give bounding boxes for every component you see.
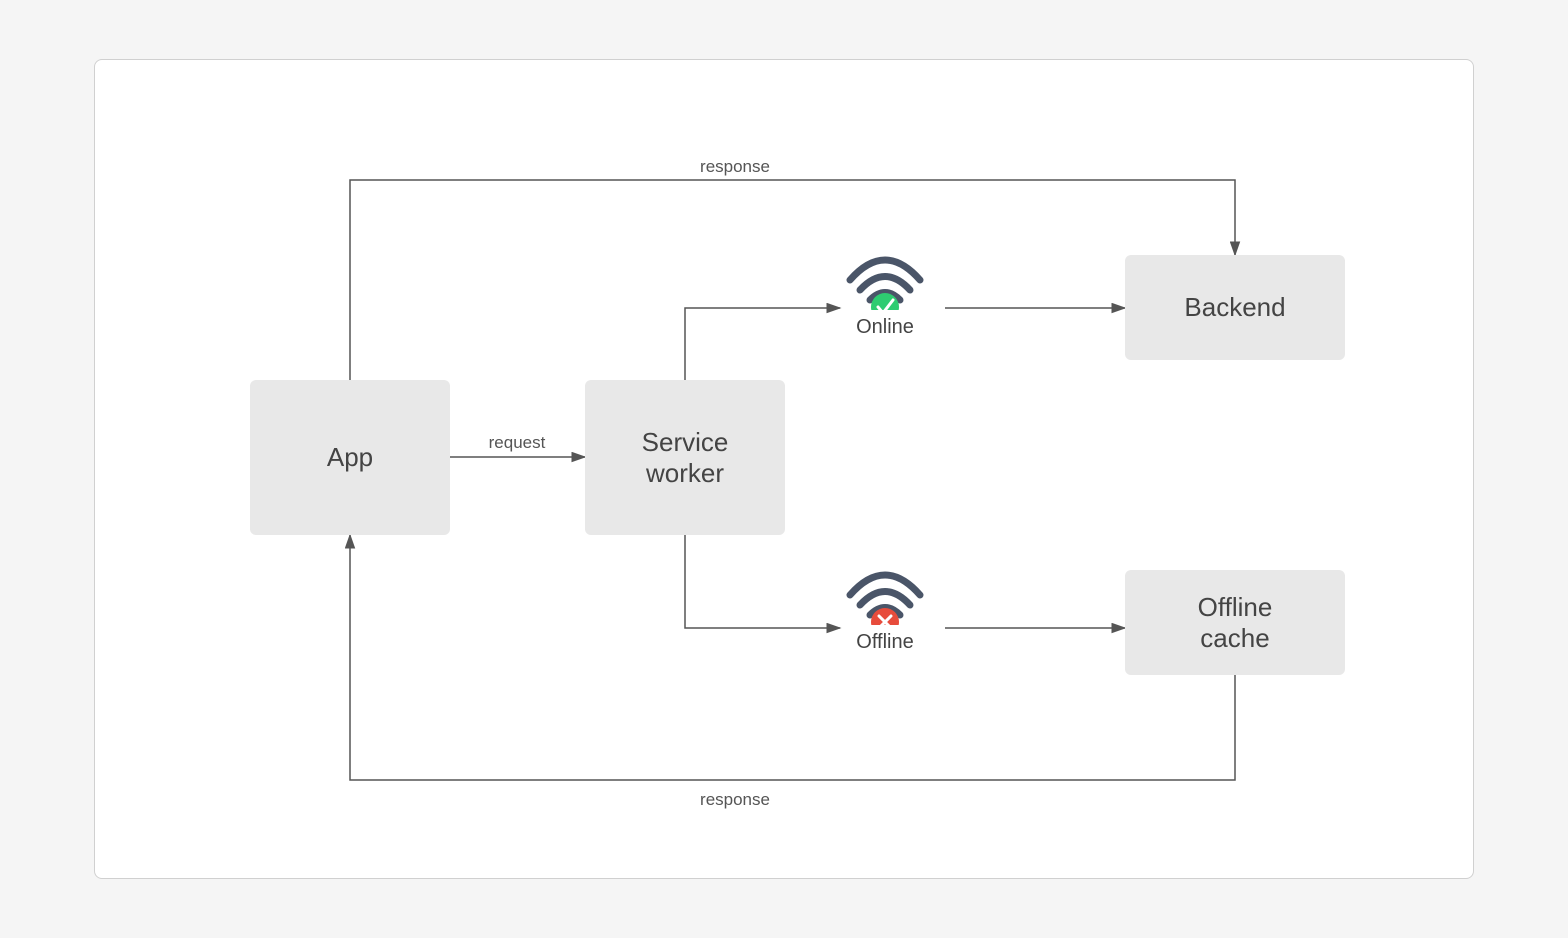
- diagram-container: response request response App Service wo…: [94, 59, 1474, 879]
- offline-cache-label2: cache: [1198, 623, 1273, 654]
- online-wifi-icon: [840, 235, 930, 310]
- offline-wifi-container: Offline: [840, 550, 930, 654]
- offline-cache-box: Offline cache: [1125, 570, 1345, 675]
- online-wifi-container: Online: [840, 235, 930, 339]
- app-box: App: [250, 380, 450, 535]
- service-worker-label1: Service: [642, 427, 729, 458]
- service-worker-label2: worker: [642, 458, 729, 489]
- offline-cache-label1: Offline: [1198, 592, 1273, 623]
- offline-wifi-icon: [840, 550, 930, 625]
- offline-label: Offline: [856, 631, 913, 654]
- request-label: request: [489, 433, 546, 452]
- backend-label: Backend: [1184, 292, 1285, 323]
- service-worker-box: Service worker: [585, 380, 785, 535]
- backend-box: Backend: [1125, 255, 1345, 360]
- online-label: Online: [856, 316, 914, 339]
- response-top-label: response: [700, 157, 770, 176]
- response-bottom-label: response: [700, 790, 770, 809]
- app-label: App: [327, 442, 373, 473]
